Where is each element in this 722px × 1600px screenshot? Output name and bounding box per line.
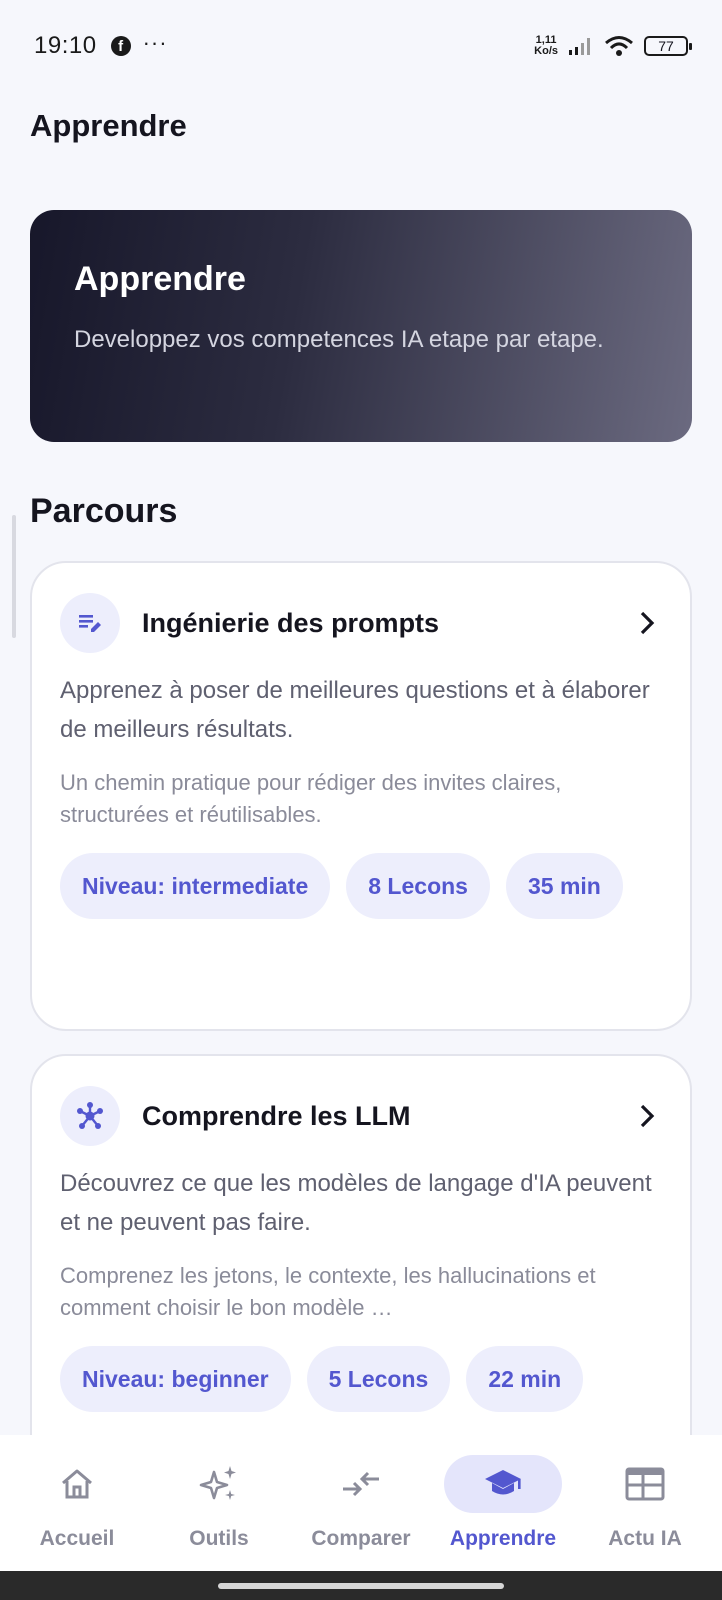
- nav-item-comparer[interactable]: Comparer: [291, 1435, 431, 1571]
- section-title: Parcours: [30, 492, 178, 530]
- nav-label: Comparer: [311, 1527, 411, 1550]
- course-details: Comprenez les jetons, le contexte, les h…: [60, 1263, 596, 1320]
- lessons-chip: 5 Lecons: [306, 1346, 451, 1412]
- duration-chip: 35 min: [505, 853, 623, 919]
- course-description: Apprenez à poser de meilleures questions…: [60, 677, 650, 743]
- hero-banner: Apprendre Developpez vos competences IA …: [30, 210, 692, 442]
- level-chip: Niveau: beginner: [60, 1346, 291, 1412]
- home-gesture-handle[interactable]: [218, 1582, 504, 1589]
- nav-item-actu-ia[interactable]: Actu IA: [575, 1435, 715, 1571]
- chevron-right-icon[interactable]: [632, 608, 662, 638]
- hero-subtitle: Developpez vos competences IA etape par …: [74, 326, 604, 353]
- nav-label: Actu IA: [608, 1527, 682, 1550]
- status-bar: 19:10 f ··· 1,11 Ko/s 77: [0, 0, 722, 92]
- lessons-chip: 8 Lecons: [346, 853, 490, 919]
- course-card-understanding-llm[interactable]: Comprendre les LLM Découvrez ce que les …: [30, 1054, 692, 1474]
- course-title: Ingénierie des prompts: [142, 607, 440, 638]
- network-speed-unit: Ko/s: [534, 45, 558, 57]
- level-chip: Niveau: intermediate: [60, 853, 331, 919]
- bottom-navigation: Accueil Outils Comparer Apprendre Actu I…: [0, 1435, 722, 1571]
- course-details: Un chemin pratique pour rédiger des invi…: [60, 770, 562, 827]
- network-speed: 1,11 Ko/s: [534, 35, 558, 57]
- edit-list-icon: [60, 593, 120, 653]
- chevron-right-icon[interactable]: [632, 1101, 662, 1131]
- course-card-prompt-engineering[interactable]: Ingénierie des prompts Apprenez à poser …: [30, 561, 692, 1031]
- status-time: 19:10: [34, 32, 97, 59]
- graduation-cap-icon: [444, 1455, 562, 1513]
- course-description: Découvrez ce que les modèles de langage …: [60, 1170, 652, 1236]
- scrollbar[interactable]: [12, 515, 16, 638]
- wifi-icon: [605, 36, 633, 56]
- nav-item-outils[interactable]: Outils: [149, 1435, 289, 1571]
- sparkles-icon: [160, 1455, 278, 1513]
- nav-label: Accueil: [39, 1527, 115, 1550]
- more-notifications-icon: ···: [142, 30, 168, 55]
- nav-label: Outils: [189, 1527, 249, 1550]
- facebook-icon: f: [110, 36, 131, 56]
- newspaper-icon: [586, 1455, 704, 1513]
- home-icon: [18, 1455, 136, 1513]
- hero-title: Apprendre: [74, 260, 246, 298]
- duration-chip: 22 min: [466, 1346, 584, 1412]
- gesture-navigation-bar: [0, 1571, 722, 1600]
- compare-arrows-icon: [302, 1455, 420, 1513]
- signal-icon: [569, 38, 590, 55]
- nav-item-apprendre[interactable]: Apprendre: [433, 1435, 573, 1571]
- nav-label: Apprendre: [449, 1527, 557, 1550]
- network-icon: [60, 1086, 120, 1146]
- page-title: Apprendre: [30, 108, 187, 143]
- nav-item-accueil[interactable]: Accueil: [7, 1435, 147, 1571]
- course-title: Comprendre les LLM: [142, 1100, 411, 1131]
- battery-indicator: 77: [644, 36, 692, 56]
